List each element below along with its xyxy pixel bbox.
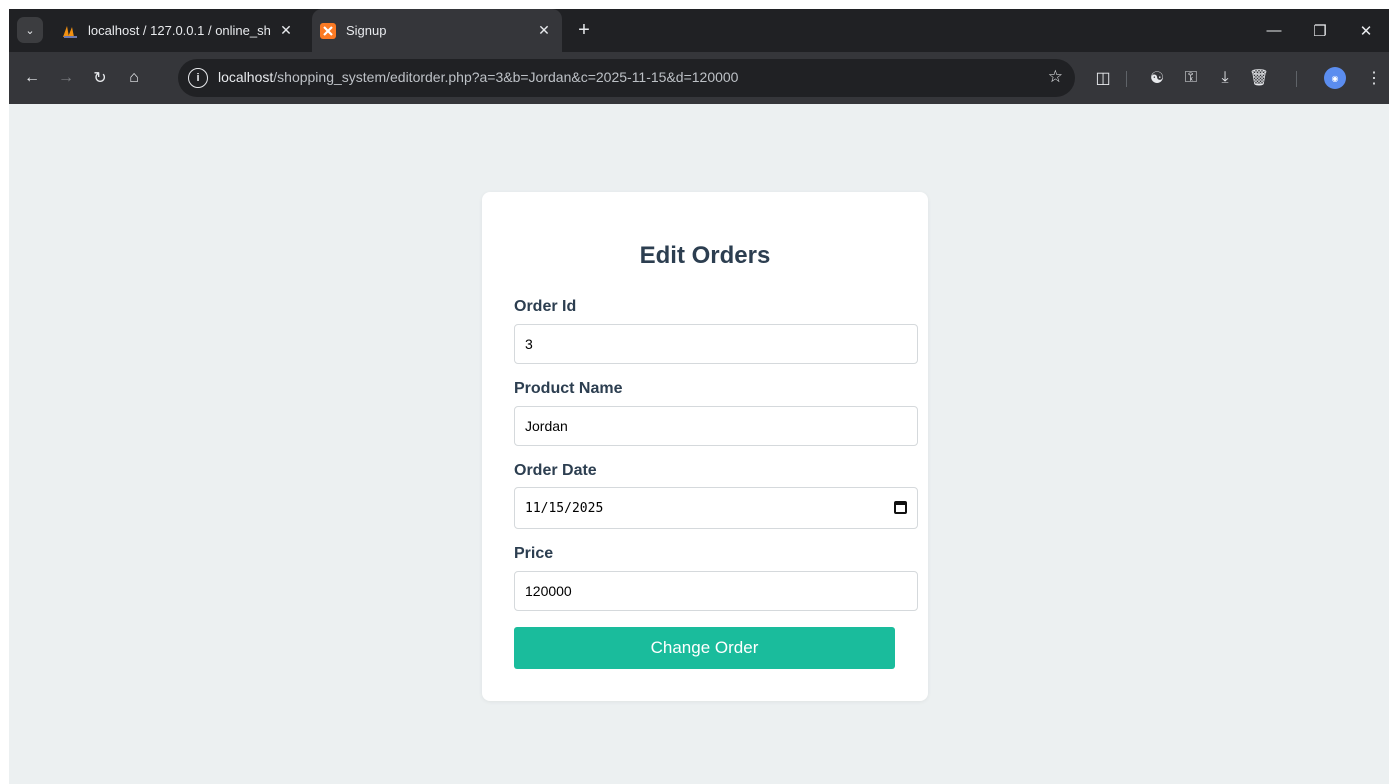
price-input[interactable]: 120000 [514,571,918,611]
close-window-icon[interactable]: ✕ [1343,9,1389,52]
home-icon[interactable]: ⌂ [121,65,147,91]
minimize-icon[interactable]: — [1251,9,1297,52]
new-tab-button[interactable]: + [571,17,597,43]
xampp-icon [320,22,336,39]
menu-kebab-icon[interactable]: ⋮ [1361,65,1387,91]
profile-avatar[interactable]: ◉ [1324,67,1346,89]
url-path: /shopping_system/editorder.php?a=3&b=Jor… [273,69,739,85]
bookmark-star-icon[interactable]: ☆ [1048,67,1063,87]
order-date-label: Order Date [514,462,597,479]
address-bar[interactable]: i localhost/shopping_system/editorder.ph… [178,59,1075,97]
tab-title: localhost / 127.0.0.1 / online_sh [88,23,271,38]
close-icon[interactable]: ✕ [532,22,556,39]
page-title: Edit Orders [639,242,771,269]
page-viewport: Edit Orders Order Id 3 Product Name Jord… [9,104,1389,784]
order-id-input[interactable]: 3 [514,324,918,364]
order-date-input[interactable]: 11/15/2025 [514,487,918,529]
toolbar-divider [1296,71,1297,87]
calendar-icon[interactable] [894,501,907,514]
order-date-value: 11/15/2025 [525,500,604,516]
tab-search-button[interactable]: ⌄ [17,17,43,43]
download-icon[interactable]: ⤓ [1212,65,1238,91]
browser-toolbar: ← → ↻ ⌂ i localhost/shopping_system/edit… [9,52,1389,104]
product-name-label: Product Name [514,380,623,397]
site-info-icon[interactable]: i [188,68,208,88]
price-label: Price [514,545,554,562]
incognito-icon[interactable]: ☯ [1144,65,1170,91]
restore-icon[interactable]: ❐ [1297,9,1343,52]
order-id-label: Order Id [514,298,577,315]
tab-signup[interactable]: Signup ✕ [312,9,562,52]
tab-phpmyadmin[interactable]: localhost / 127.0.0.1 / online_sh ✕ [54,9,304,52]
edit-order-card: Edit Orders Order Id 3 Product Name Jord… [482,192,928,701]
extensions-icon[interactable]: ◫ [1090,65,1116,91]
tab-strip: ⌄ localhost / 127.0.0.1 / online_sh ✕ Si… [9,9,1389,52]
product-name-input[interactable]: Jordan [514,406,918,446]
close-icon[interactable]: ✕ [274,22,298,39]
url-text[interactable]: localhost/shopping_system/editorder.php?… [218,69,738,85]
back-arrow-icon[interactable]: ← [19,65,45,91]
phpmyadmin-icon [63,25,77,38]
toolbar-divider [1126,71,1127,87]
reload-icon[interactable]: ↻ [87,65,113,91]
tab-title: Signup [346,23,387,38]
trash-icon[interactable]: 🗑 [1246,65,1272,91]
change-order-button[interactable]: Change Order [514,627,895,669]
browser-window: ⌄ localhost / 127.0.0.1 / online_sh ✕ Si… [9,9,1389,784]
forward-arrow-icon[interactable]: → [53,65,79,91]
url-host: localhost [218,69,274,85]
password-key-icon[interactable]: ⚿ [1178,65,1204,91]
